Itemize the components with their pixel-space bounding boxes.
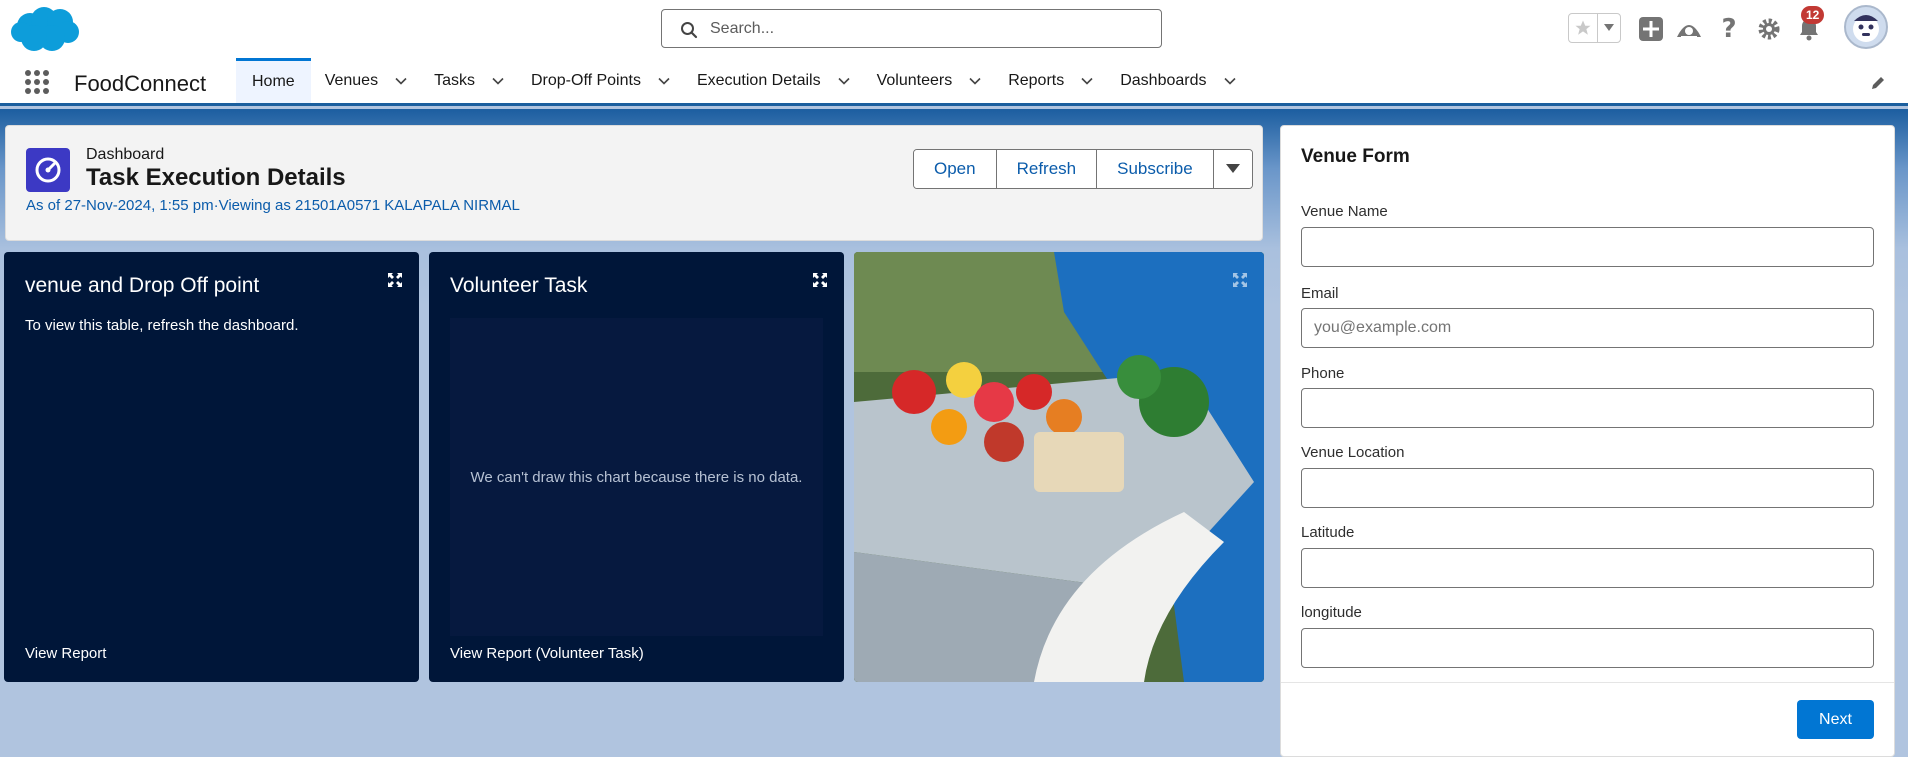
- tab-label: Volunteers: [876, 71, 953, 89]
- widget-title: Volunteer Task: [450, 274, 588, 297]
- expand-icon[interactable]: [387, 272, 403, 288]
- trailhead-icon[interactable]: [1674, 14, 1704, 44]
- email-label: Email: [1301, 285, 1339, 302]
- tab-label: Reports: [1008, 71, 1065, 89]
- dashboard-header: Dashboard Task Execution Details As of 2…: [5, 125, 1263, 241]
- view-report-link[interactable]: View Report: [25, 645, 106, 662]
- open-button[interactable]: Open: [914, 150, 997, 188]
- venue-name-label: Venue Name: [1301, 203, 1388, 220]
- tab-home[interactable]: Home: [236, 58, 311, 103]
- favorite-star-icon[interactable]: [1569, 14, 1599, 42]
- phone-label: Phone: [1301, 365, 1345, 382]
- gear-icon[interactable]: [1754, 14, 1784, 44]
- more-actions-button[interactable]: [1213, 150, 1252, 188]
- tab-drop-off-points[interactable]: Drop-Off Points: [517, 58, 683, 103]
- avatar[interactable]: [1844, 5, 1888, 49]
- venue-location-field[interactable]: [1301, 468, 1874, 508]
- global-create-icon[interactable]: [1636, 14, 1666, 44]
- next-button[interactable]: Next: [1797, 700, 1874, 739]
- tab-dashboards[interactable]: Dashboards: [1106, 58, 1248, 103]
- tab-execution-details[interactable]: Execution Details: [683, 58, 863, 103]
- tab-label: Drop-Off Points: [530, 71, 641, 89]
- tab-label: Dashboards: [1120, 71, 1207, 89]
- refresh-button[interactable]: Refresh: [996, 150, 1098, 188]
- tab-volunteers[interactable]: Volunteers: [863, 58, 995, 103]
- app-navigation-bar: FoodConnect Home Venues Tasks Drop-Off P…: [0, 58, 1908, 106]
- notification-badge: 12: [1801, 6, 1825, 24]
- longitude-label: longitude: [1301, 604, 1362, 621]
- widget-title: venue and Drop Off point: [25, 274, 260, 297]
- global-header: ? 12: [0, 0, 1908, 58]
- venue-form-panel: Venue Form Venue Name Email Phone Venue …: [1280, 125, 1895, 757]
- dashboard-actions: Open Refresh Subscribe: [913, 149, 1253, 189]
- dashboard-widget-venue-dropoff: venue and Drop Off point To view this ta…: [4, 252, 419, 682]
- tab-label: Venues: [324, 71, 379, 89]
- chevron-down-icon[interactable]: [837, 74, 851, 88]
- help-icon[interactable]: ?: [1714, 14, 1744, 44]
- tab-reports[interactable]: Reports: [994, 58, 1106, 103]
- chevron-down-icon[interactable]: [1080, 74, 1094, 88]
- food-donation-image: [854, 252, 1264, 682]
- edit-nav-pencil-icon[interactable]: [1870, 75, 1886, 91]
- subscribe-button[interactable]: Subscribe: [1097, 150, 1214, 188]
- form-footer-divider: [1281, 682, 1894, 683]
- tab-tasks[interactable]: Tasks: [420, 58, 517, 103]
- email-field[interactable]: [1301, 308, 1874, 348]
- app-launcher-icon[interactable]: [24, 69, 50, 95]
- venue-form-title: Venue Form: [1301, 146, 1410, 167]
- no-data-message: We can't draw this chart because there i…: [470, 468, 803, 486]
- dashboard-as-of-text: As of 27-Nov-2024, 1:55 pm·Viewing as 21…: [26, 197, 520, 214]
- tab-label: Tasks: [434, 71, 475, 89]
- dashboard-gauge-icon: [26, 148, 70, 192]
- salesforce-logo[interactable]: [8, 4, 82, 54]
- chevron-down-icon: [1225, 164, 1240, 173]
- venue-name-field[interactable]: [1301, 227, 1874, 267]
- widget-message: To view this table, refresh the dashboar…: [25, 317, 299, 334]
- dashboard-eyebrow: Dashboard: [86, 146, 165, 163]
- expand-icon[interactable]: [812, 272, 828, 288]
- view-report-link[interactable]: View Report (Volunteer Task): [450, 645, 644, 662]
- favorites-group: [1568, 13, 1621, 43]
- longitude-field[interactable]: [1301, 628, 1874, 668]
- phone-field[interactable]: [1301, 388, 1874, 428]
- venue-location-label: Venue Location: [1301, 444, 1405, 461]
- global-search[interactable]: [661, 9, 1162, 48]
- chevron-down-icon[interactable]: [394, 74, 408, 88]
- dashboard-widget-volunteer-task: Volunteer Task We can't draw this chart …: [429, 252, 844, 682]
- latitude-field[interactable]: [1301, 548, 1874, 588]
- chart-empty-state: We can't draw this chart because there i…: [450, 318, 823, 636]
- chevron-down-icon[interactable]: [657, 74, 671, 88]
- expand-icon[interactable]: [1232, 272, 1248, 288]
- page-title: Task Execution Details: [86, 164, 346, 191]
- latitude-label: Latitude: [1301, 524, 1355, 541]
- nav-tabs: Home Venues Tasks Drop-Off Points Execut…: [236, 58, 1249, 103]
- app-name: FoodConnect: [74, 71, 207, 96]
- favorites-dropdown-icon[interactable]: [1598, 14, 1620, 42]
- tab-label: Execution Details: [696, 71, 821, 89]
- chevron-down-icon[interactable]: [491, 74, 505, 88]
- tab-venues[interactable]: Venues: [311, 58, 420, 103]
- chevron-down-icon[interactable]: [1223, 74, 1237, 88]
- search-input[interactable]: [710, 16, 1150, 42]
- search-icon: [680, 21, 698, 39]
- chevron-down-icon[interactable]: [968, 74, 982, 88]
- tab-label: Home: [252, 73, 295, 90]
